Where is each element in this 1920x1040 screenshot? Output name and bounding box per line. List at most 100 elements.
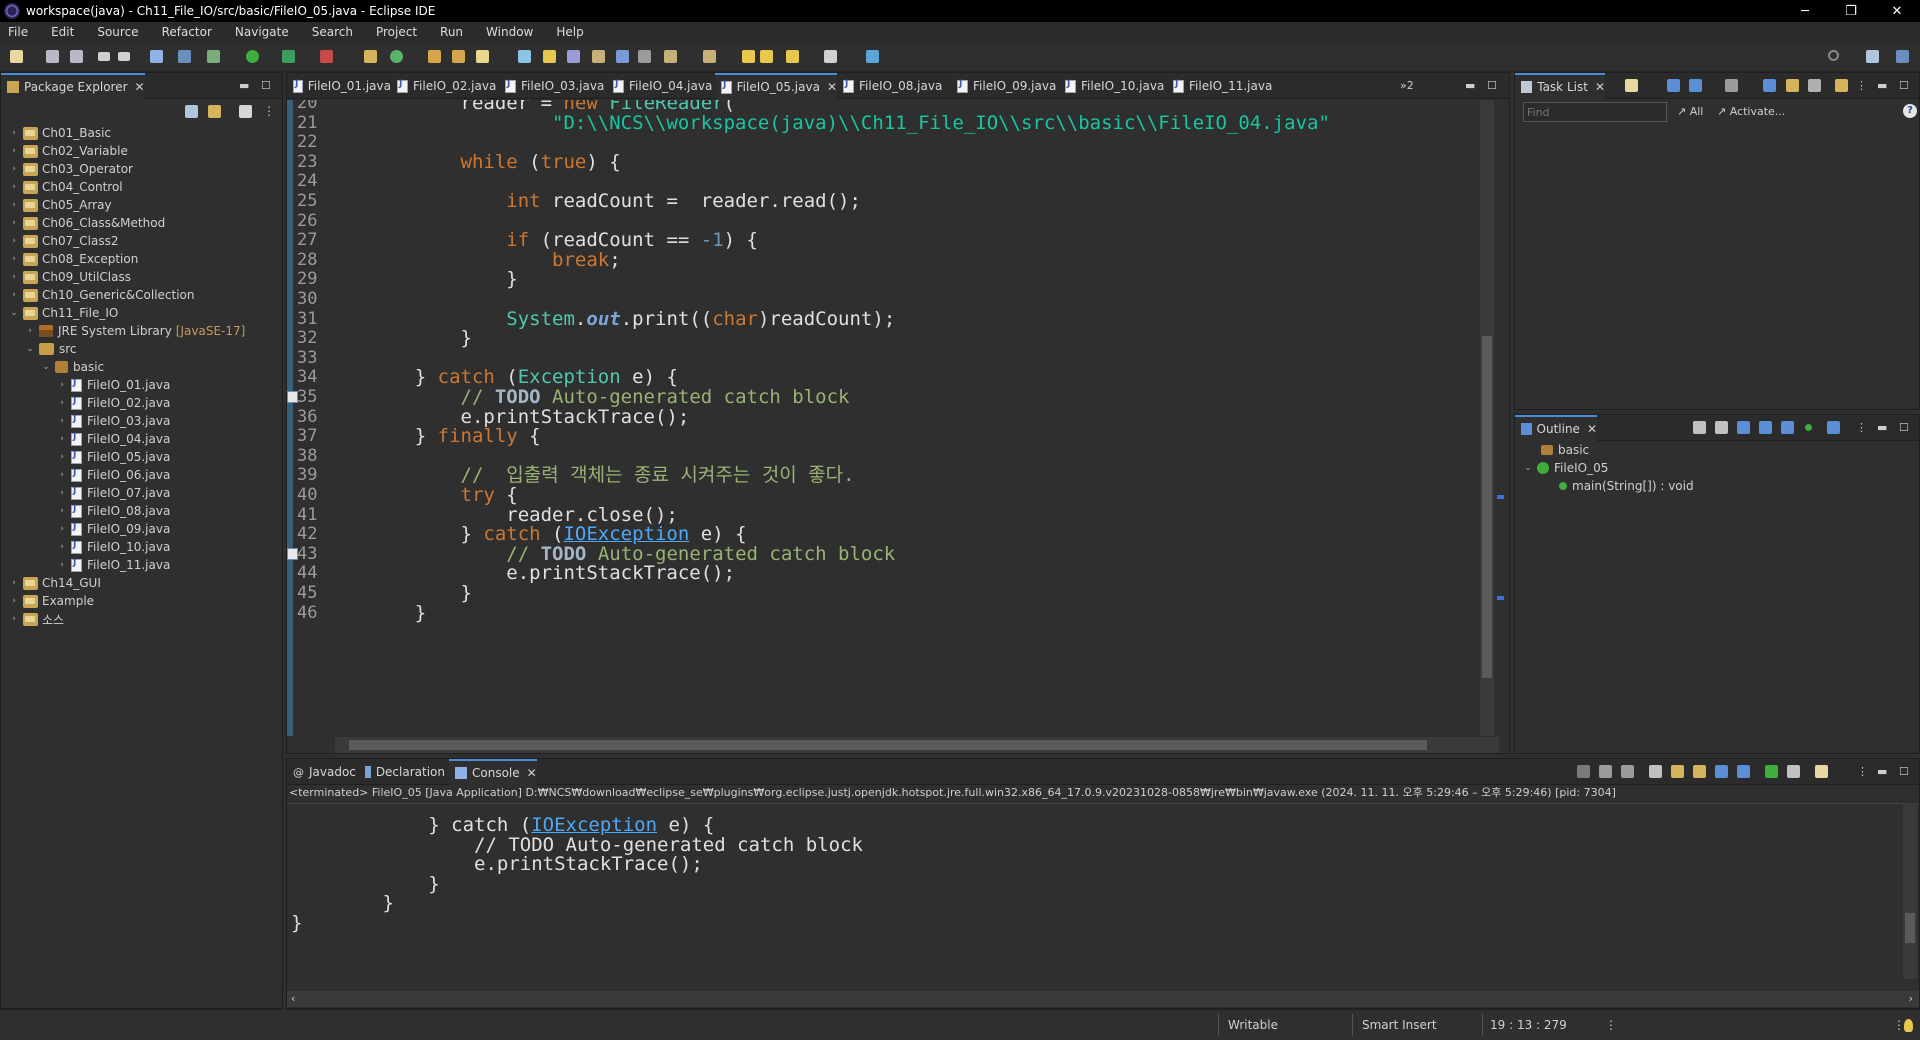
tree-item[interactable]: › Ch14_GUI bbox=[9, 574, 101, 592]
menu-source[interactable]: Source bbox=[97, 25, 138, 39]
activate-link[interactable]: ↗ Activate... bbox=[1717, 105, 1785, 118]
tree-item[interactable]: › FileIO_08.java bbox=[57, 502, 170, 520]
sort-icon[interactable] bbox=[1693, 421, 1706, 434]
chevron-right-icon[interactable]: › bbox=[57, 416, 67, 426]
scroll-lock-icon[interactable] bbox=[1671, 765, 1684, 778]
remove-launch-icon[interactable] bbox=[1599, 765, 1612, 778]
tree-item[interactable]: › FileIO_02.java bbox=[57, 394, 170, 412]
editor-tab[interactable]: FileIO_04.java bbox=[607, 73, 715, 99]
editor-tab[interactable]: FileIO_01.java bbox=[287, 73, 391, 99]
menu-project[interactable]: Project bbox=[376, 25, 417, 39]
minimize-editor-icon[interactable]: ▬ bbox=[1465, 79, 1475, 92]
tree-item[interactable]: › Ch04_Control bbox=[9, 178, 122, 196]
chevron-right-icon[interactable]: › bbox=[9, 272, 19, 282]
hide-completed-icon[interactable] bbox=[1763, 79, 1776, 92]
annotation-icon[interactable] bbox=[543, 50, 556, 63]
chevron-right-icon[interactable]: › bbox=[9, 218, 19, 228]
tree-item[interactable]: › FileIO_01.java bbox=[57, 376, 170, 394]
menu-refactor[interactable]: Refactor bbox=[162, 25, 212, 39]
outline-item-class[interactable]: ⌄ FileIO_05 bbox=[1523, 459, 1608, 477]
outline-item-method[interactable]: main(String[]) : void bbox=[1559, 477, 1694, 495]
tree-item[interactable]: › Ch06_Class&Method bbox=[9, 214, 165, 232]
overview-marker[interactable] bbox=[1497, 596, 1504, 600]
search-icon[interactable] bbox=[1828, 50, 1839, 61]
show-stderr-icon[interactable] bbox=[1737, 765, 1750, 778]
chevron-right-icon[interactable]: › bbox=[1909, 992, 1913, 1005]
block-select-icon[interactable] bbox=[592, 50, 605, 63]
tree-item[interactable]: › FileIO_10.java bbox=[57, 538, 170, 556]
close-icon[interactable]: ✕ bbox=[827, 80, 837, 94]
console-scroll-thumb[interactable] bbox=[1905, 913, 1915, 943]
expand-icon[interactable] bbox=[1808, 79, 1821, 92]
tree-item[interactable]: ⌄ basic bbox=[41, 358, 104, 376]
tab-declaration[interactable]: Declaration bbox=[359, 759, 445, 785]
run-icon[interactable] bbox=[246, 50, 259, 63]
repositories-icon[interactable] bbox=[1835, 79, 1848, 92]
view-menu-icon[interactable]: ⋮ bbox=[263, 105, 276, 118]
tree-item[interactable]: › Ch10_Generic&Collection bbox=[9, 286, 194, 304]
tree-item[interactable]: › Ch09_UtilClass bbox=[9, 268, 131, 286]
maximize-view-icon[interactable]: ☐ bbox=[1899, 79, 1909, 92]
minimize-view-icon[interactable]: ▬ bbox=[1877, 765, 1887, 778]
tab-console[interactable]: Console ✕ bbox=[449, 759, 537, 785]
editor-tab[interactable]: FileIO_03.java bbox=[499, 73, 607, 99]
restore-button[interactable]: ❐ bbox=[1828, 0, 1874, 22]
close-icon[interactable]: ✕ bbox=[527, 766, 537, 780]
chevron-right-icon[interactable]: › bbox=[9, 128, 19, 138]
minimize-view-icon[interactable]: ▬ bbox=[1877, 421, 1887, 434]
menu-search[interactable]: Search bbox=[312, 25, 353, 39]
tree-item[interactable]: › FileIO_06.java bbox=[57, 466, 170, 484]
code-editor[interactable]: 20 reader = new FileReader(21 "D:\\NCS\\… bbox=[287, 100, 1509, 736]
all-filter[interactable]: ↗ All bbox=[1677, 105, 1703, 118]
chevron-right-icon[interactable]: › bbox=[57, 524, 67, 534]
overview-marker[interactable] bbox=[1497, 495, 1504, 499]
chevron-right-icon[interactable]: › bbox=[57, 542, 67, 552]
tree-item[interactable]: › Ch03_Operator bbox=[9, 160, 133, 178]
sync-icon[interactable] bbox=[1725, 79, 1738, 92]
new-java-project-icon[interactable] bbox=[364, 50, 377, 63]
tree-item[interactable]: › FileIO_03.java bbox=[57, 412, 170, 430]
close-icon[interactable]: ✕ bbox=[135, 80, 145, 94]
editor-tab[interactable]: FileIO_02.java bbox=[391, 73, 499, 99]
editor-tab[interactable]: FileIO_09.java bbox=[951, 73, 1059, 99]
debug-icon[interactable] bbox=[207, 50, 220, 63]
terminal-icon[interactable] bbox=[150, 50, 163, 63]
chevron-down-icon[interactable]: ⌄ bbox=[1523, 463, 1533, 473]
maximize-view-icon[interactable]: ☐ bbox=[261, 79, 271, 92]
new-class-icon[interactable] bbox=[390, 50, 403, 63]
tree-item[interactable]: › JRE System Library [JavaSE-17] bbox=[25, 322, 245, 340]
chevron-down-icon[interactable]: ⌄ bbox=[41, 362, 51, 372]
minimize-view-icon[interactable]: ▬ bbox=[1877, 79, 1887, 92]
toggle-mark-icon[interactable] bbox=[518, 50, 531, 63]
console-horizontal-scrollbar[interactable]: ‹ › bbox=[287, 991, 1919, 1007]
tree-item[interactable]: › Ch01_Basic bbox=[9, 124, 111, 142]
tab-outline[interactable]: Outline ✕ bbox=[1515, 415, 1597, 441]
prev-annotation-icon[interactable] bbox=[703, 50, 716, 63]
java-perspective-icon[interactable] bbox=[1896, 50, 1909, 63]
help-icon[interactable]: ? bbox=[1903, 104, 1917, 118]
tree-item[interactable]: › FileIO_04.java bbox=[57, 430, 170, 448]
chevron-right-icon[interactable]: › bbox=[9, 290, 19, 300]
hide-static-icon[interactable] bbox=[1759, 421, 1772, 434]
tree-item[interactable]: › 소스 bbox=[9, 610, 64, 628]
filter-icon[interactable] bbox=[239, 105, 252, 118]
editor-tab[interactable]: FileIO_05.java ✕ bbox=[715, 73, 837, 99]
chevron-right-icon[interactable]: › bbox=[57, 452, 67, 462]
minimize-button[interactable]: ─ bbox=[1782, 0, 1828, 22]
task-marker-icon[interactable] bbox=[287, 391, 298, 403]
view-menu-icon[interactable]: ⋮ bbox=[1856, 421, 1867, 434]
chevron-right-icon[interactable]: › bbox=[9, 614, 19, 624]
editor-tab[interactable]: FileIO_11.java bbox=[1167, 73, 1275, 99]
menu-file[interactable]: File bbox=[8, 25, 28, 39]
categorized-icon[interactable] bbox=[1689, 79, 1702, 92]
menu-navigate[interactable]: Navigate bbox=[235, 25, 289, 39]
chevron-right-icon[interactable]: › bbox=[9, 146, 19, 156]
open-type-icon[interactable] bbox=[428, 50, 441, 63]
paragraph-icon[interactable] bbox=[638, 50, 651, 63]
tab-task-list[interactable]: Task List ✕ bbox=[1515, 73, 1605, 99]
new-icon[interactable] bbox=[10, 50, 23, 63]
maximize-editor-icon[interactable]: ☐ bbox=[1487, 79, 1497, 92]
show-stdout-icon[interactable] bbox=[1715, 765, 1728, 778]
open-console-icon[interactable] bbox=[1815, 765, 1828, 778]
skip-breakpoints-icon[interactable] bbox=[178, 50, 191, 63]
